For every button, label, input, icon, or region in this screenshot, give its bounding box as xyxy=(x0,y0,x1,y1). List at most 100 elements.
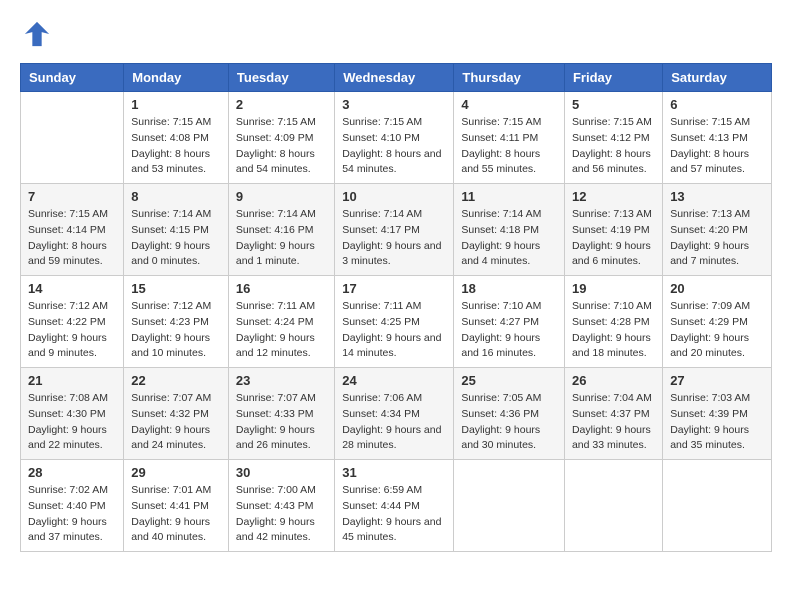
day-number: 18 xyxy=(461,281,557,296)
col-header-sunday: Sunday xyxy=(21,64,124,92)
calendar-cell: 3 Sunrise: 7:15 AMSunset: 4:10 PMDaylight… xyxy=(335,92,454,184)
calendar-week-row: 14 Sunrise: 7:12 AMSunset: 4:22 PMDayligh… xyxy=(21,276,772,368)
day-number: 10 xyxy=(342,189,446,204)
day-info: Sunrise: 7:14 AMSunset: 4:16 PMDaylight:… xyxy=(236,207,327,270)
day-number: 5 xyxy=(572,97,655,112)
day-number: 16 xyxy=(236,281,327,296)
day-number: 22 xyxy=(131,373,221,388)
calendar-cell: 19Sunrise: 7:10 AMSunset: 4:28 PMDayligh… xyxy=(564,276,662,368)
day-info: Sunrise: 7:15 AMSunset: 4:14 PMDaylight:… xyxy=(28,207,116,270)
day-info: Sunrise: 7:01 AMSunset: 4:41 PMDaylight:… xyxy=(131,483,221,546)
calendar-cell: 16 Sunrise: 7:11 AMSunset: 4:24 PMDayligh… xyxy=(228,276,334,368)
day-info: Sunrise: 7:14 AMSunset: 4:15 PMDaylight:… xyxy=(131,207,221,270)
day-info: Sunrise: 7:07 AMSunset: 4:32 PMDaylight:… xyxy=(131,391,221,454)
day-info: Sunrise: 7:10 AMSunset: 4:27 PMDaylight:… xyxy=(461,299,557,362)
calendar-cell: 5 Sunrise: 7:15 AMSunset: 4:12 PMDaylight… xyxy=(564,92,662,184)
calendar-table: SundayMondayTuesdayWednesdayThursdayFrid… xyxy=(20,63,772,552)
calendar-cell xyxy=(564,460,662,552)
day-info: Sunrise: 7:15 AMSunset: 4:12 PMDaylight:… xyxy=(572,115,655,178)
col-header-saturday: Saturday xyxy=(663,64,772,92)
day-number: 30 xyxy=(236,465,327,480)
day-number: 8 xyxy=(131,189,221,204)
day-number: 27 xyxy=(670,373,764,388)
page-header xyxy=(20,20,772,53)
calendar-cell: 9 Sunrise: 7:14 AMSunset: 4:16 PMDaylight… xyxy=(228,184,334,276)
calendar-cell xyxy=(21,92,124,184)
col-header-friday: Friday xyxy=(564,64,662,92)
day-number: 26 xyxy=(572,373,655,388)
day-info: Sunrise: 7:13 AMSunset: 4:19 PMDaylight:… xyxy=(572,207,655,270)
day-number: 3 xyxy=(342,97,446,112)
day-info: Sunrise: 7:02 AMSunset: 4:40 PMDaylight:… xyxy=(28,483,116,546)
day-number: 31 xyxy=(342,465,446,480)
calendar-week-row: 1 Sunrise: 7:15 AMSunset: 4:08 PMDaylight… xyxy=(21,92,772,184)
calendar-cell: 8 Sunrise: 7:14 AMSunset: 4:15 PMDaylight… xyxy=(124,184,229,276)
day-info: Sunrise: 7:06 AMSunset: 4:34 PMDaylight:… xyxy=(342,391,446,454)
day-info: Sunrise: 7:15 AMSunset: 4:10 PMDaylight:… xyxy=(342,115,446,178)
day-number: 15 xyxy=(131,281,221,296)
calendar-cell: 27 Sunrise: 7:03 AMSunset: 4:39 PMDayligh… xyxy=(663,368,772,460)
calendar-cell: 23Sunrise: 7:07 AMSunset: 4:33 PMDayligh… xyxy=(228,368,334,460)
day-info: Sunrise: 7:12 AMSunset: 4:23 PMDaylight:… xyxy=(131,299,221,362)
calendar-week-row: 7 Sunrise: 7:15 AMSunset: 4:14 PMDaylight… xyxy=(21,184,772,276)
calendar-week-row: 21 Sunrise: 7:08 AMSunset: 4:30 PMDayligh… xyxy=(21,368,772,460)
calendar-cell: 22 Sunrise: 7:07 AMSunset: 4:32 PMDayligh… xyxy=(124,368,229,460)
calendar-cell: 2Sunrise: 7:15 AMSunset: 4:09 PMDaylight… xyxy=(228,92,334,184)
calendar-cell: 6Sunrise: 7:15 AMSunset: 4:13 PMDaylight… xyxy=(663,92,772,184)
day-info: Sunrise: 7:14 AMSunset: 4:18 PMDaylight:… xyxy=(461,207,557,270)
day-number: 17 xyxy=(342,281,446,296)
day-number: 25 xyxy=(461,373,557,388)
calendar-cell: 20 Sunrise: 7:09 AMSunset: 4:29 PMDayligh… xyxy=(663,276,772,368)
day-info: Sunrise: 7:11 AMSunset: 4:24 PMDaylight:… xyxy=(236,299,327,362)
day-info: Sunrise: 7:07 AMSunset: 4:33 PMDaylight:… xyxy=(236,391,327,454)
calendar-cell: 15 Sunrise: 7:12 AMSunset: 4:23 PMDayligh… xyxy=(124,276,229,368)
day-info: Sunrise: 7:04 AMSunset: 4:37 PMDaylight:… xyxy=(572,391,655,454)
day-number: 9 xyxy=(236,189,327,204)
col-header-thursday: Thursday xyxy=(454,64,565,92)
day-number: 6 xyxy=(670,97,764,112)
calendar-cell: 28Sunrise: 7:02 AMSunset: 4:40 PMDayligh… xyxy=(21,460,124,552)
day-info: Sunrise: 7:00 AMSunset: 4:43 PMDaylight:… xyxy=(236,483,327,546)
day-number: 14 xyxy=(28,281,116,296)
day-info: Sunrise: 7:03 AMSunset: 4:39 PMDaylight:… xyxy=(670,391,764,454)
day-info: Sunrise: 7:15 AMSunset: 4:08 PMDaylight:… xyxy=(131,115,221,178)
day-number: 24 xyxy=(342,373,446,388)
calendar-cell: 21 Sunrise: 7:08 AMSunset: 4:30 PMDayligh… xyxy=(21,368,124,460)
day-info: Sunrise: 7:08 AMSunset: 4:30 PMDaylight:… xyxy=(28,391,116,454)
day-number: 29 xyxy=(131,465,221,480)
day-info: Sunrise: 7:13 AMSunset: 4:20 PMDaylight:… xyxy=(670,207,764,270)
day-number: 13 xyxy=(670,189,764,204)
calendar-cell: 13 Sunrise: 7:13 AMSunset: 4:20 PMDayligh… xyxy=(663,184,772,276)
logo-general xyxy=(20,20,51,53)
logo-bird-icon xyxy=(23,20,51,48)
calendar-cell: 25Sunrise: 7:05 AMSunset: 4:36 PMDayligh… xyxy=(454,368,565,460)
calendar-cell: 26 Sunrise: 7:04 AMSunset: 4:37 PMDayligh… xyxy=(564,368,662,460)
day-number: 12 xyxy=(572,189,655,204)
day-info: Sunrise: 7:11 AMSunset: 4:25 PMDaylight:… xyxy=(342,299,446,362)
day-number: 7 xyxy=(28,189,116,204)
calendar-cell: 18 Sunrise: 7:10 AMSunset: 4:27 PMDayligh… xyxy=(454,276,565,368)
day-info: Sunrise: 7:14 AMSunset: 4:17 PMDaylight:… xyxy=(342,207,446,270)
calendar-cell: 10 Sunrise: 7:14 AMSunset: 4:17 PMDayligh… xyxy=(335,184,454,276)
day-info: Sunrise: 7:15 AMSunset: 4:11 PMDaylight:… xyxy=(461,115,557,178)
logo xyxy=(20,20,51,53)
day-info: Sunrise: 7:09 AMSunset: 4:29 PMDaylight:… xyxy=(670,299,764,362)
calendar-cell: 29 Sunrise: 7:01 AMSunset: 4:41 PMDayligh… xyxy=(124,460,229,552)
day-number: 4 xyxy=(461,97,557,112)
col-header-monday: Monday xyxy=(124,64,229,92)
day-number: 2 xyxy=(236,97,327,112)
calendar-cell: 12 Sunrise: 7:13 AMSunset: 4:19 PMDayligh… xyxy=(564,184,662,276)
calendar-cell: 14 Sunrise: 7:12 AMSunset: 4:22 PMDayligh… xyxy=(21,276,124,368)
day-info: Sunrise: 7:12 AMSunset: 4:22 PMDaylight:… xyxy=(28,299,116,362)
day-info: Sunrise: 6:59 AMSunset: 4:44 PMDaylight:… xyxy=(342,483,446,546)
calendar-cell xyxy=(663,460,772,552)
calendar-cell: 31 Sunrise: 6:59 AMSunset: 4:44 PMDayligh… xyxy=(335,460,454,552)
day-number: 1 xyxy=(131,97,221,112)
calendar-cell: 30 Sunrise: 7:00 AMSunset: 4:43 PMDayligh… xyxy=(228,460,334,552)
calendar-week-row: 28Sunrise: 7:02 AMSunset: 4:40 PMDayligh… xyxy=(21,460,772,552)
calendar-header-row: SundayMondayTuesdayWednesdayThursdayFrid… xyxy=(21,64,772,92)
day-number: 21 xyxy=(28,373,116,388)
day-number: 20 xyxy=(670,281,764,296)
col-header-tuesday: Tuesday xyxy=(228,64,334,92)
col-header-wednesday: Wednesday xyxy=(335,64,454,92)
